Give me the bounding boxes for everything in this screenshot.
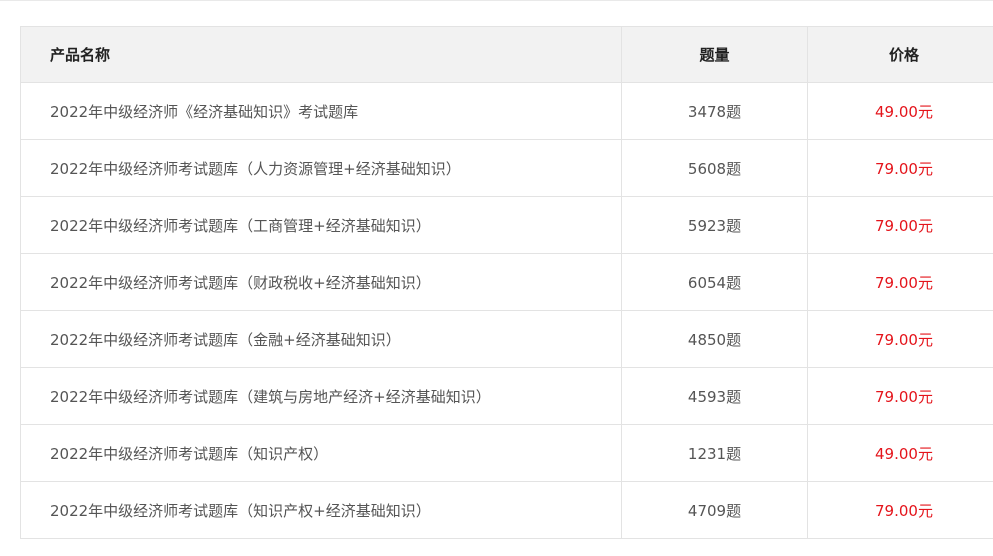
table-row: 2022年中级经济师考试题库（工商管理+经济基础知识） 5923题 79.00元 — [20, 196, 993, 254]
product-name-cell: 2022年中级经济师考试题库（财政税收+经济基础知识） — [20, 253, 622, 311]
price-cell: 49.00元 — [807, 424, 993, 482]
product-name-cell: 2022年中级经济师考试题库（知识产权） — [20, 424, 622, 482]
price-cell: 79.00元 — [807, 481, 993, 539]
header-product-name: 产品名称 — [20, 26, 622, 83]
top-divider — [0, 0, 993, 1]
header-price: 价格 — [807, 26, 993, 83]
question-count-cell: 5923题 — [621, 196, 808, 254]
table-row: 2022年中级经济师考试题库（建筑与房地产经济+经济基础知识） 4593题 79… — [20, 367, 993, 425]
price-cell: 79.00元 — [807, 367, 993, 425]
table-row: 2022年中级经济师考试题库（财政税收+经济基础知识） 6054题 79.00元 — [20, 253, 993, 311]
question-count-cell: 3478题 — [621, 82, 808, 140]
table-row: 2022年中级经济师考试题库（知识产权+经济基础知识） 4709题 79.00元 — [20, 481, 993, 539]
header-question-count: 题量 — [621, 26, 808, 83]
product-table: 产品名称 题量 价格 2022年中级经济师《经济基础知识》考试题库 3478题 … — [20, 26, 993, 539]
table-row: 2022年中级经济师考试题库（金融+经济基础知识） 4850题 79.00元 — [20, 310, 993, 368]
header-row: 产品名称 题量 价格 — [20, 26, 993, 83]
product-name-cell: 2022年中级经济师考试题库（金融+经济基础知识） — [20, 310, 622, 368]
product-name-cell: 2022年中级经济师考试题库（知识产权+经济基础知识） — [20, 481, 622, 539]
product-table-container: 产品名称 题量 价格 2022年中级经济师《经济基础知识》考试题库 3478题 … — [20, 26, 993, 539]
price-cell: 49.00元 — [807, 82, 993, 140]
question-count-cell: 4850题 — [621, 310, 808, 368]
table-header: 产品名称 题量 价格 — [20, 26, 993, 83]
price-cell: 79.00元 — [807, 253, 993, 311]
question-count-cell: 6054题 — [621, 253, 808, 311]
table-row: 2022年中级经济师考试题库（知识产权） 1231题 49.00元 — [20, 424, 993, 482]
question-count-cell: 5608题 — [621, 139, 808, 197]
question-count-cell: 1231题 — [621, 424, 808, 482]
price-cell: 79.00元 — [807, 310, 993, 368]
table-row: 2022年中级经济师《经济基础知识》考试题库 3478题 49.00元 — [20, 82, 993, 140]
product-name-cell: 2022年中级经济师《经济基础知识》考试题库 — [20, 82, 622, 140]
table-body: 2022年中级经济师《经济基础知识》考试题库 3478题 49.00元 2022… — [20, 82, 993, 539]
question-count-cell: 4709题 — [621, 481, 808, 539]
product-name-cell: 2022年中级经济师考试题库（建筑与房地产经济+经济基础知识） — [20, 367, 622, 425]
product-name-cell: 2022年中级经济师考试题库（工商管理+经济基础知识） — [20, 196, 622, 254]
product-name-cell: 2022年中级经济师考试题库（人力资源管理+经济基础知识） — [20, 139, 622, 197]
question-count-cell: 4593题 — [621, 367, 808, 425]
price-cell: 79.00元 — [807, 139, 993, 197]
table-row: 2022年中级经济师考试题库（人力资源管理+经济基础知识） 5608题 79.0… — [20, 139, 993, 197]
price-cell: 79.00元 — [807, 196, 993, 254]
